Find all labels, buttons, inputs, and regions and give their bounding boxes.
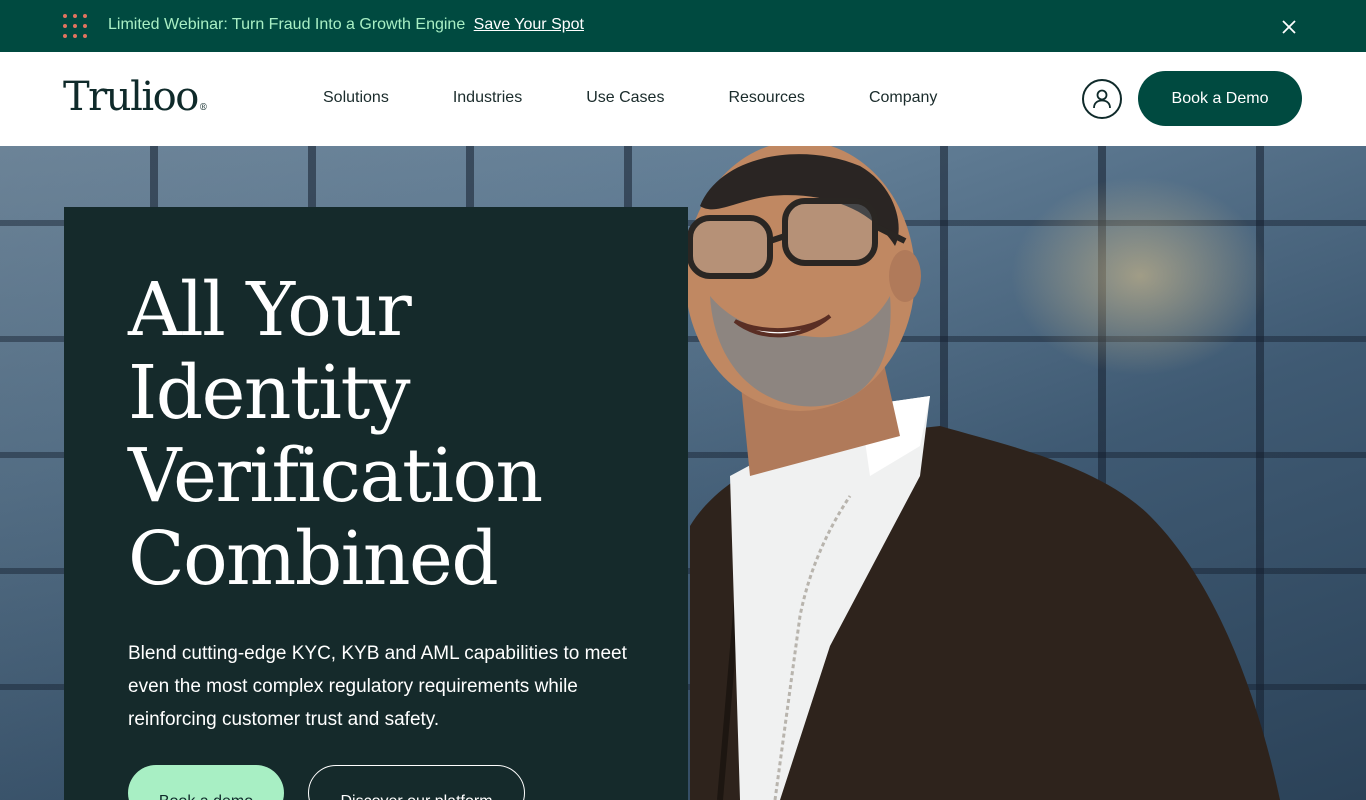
close-icon[interactable] [1280,18,1298,36]
nav-item-resources[interactable]: Resources [728,89,804,107]
nav-item-solutions[interactable]: Solutions [323,89,389,107]
nav-item-industries[interactable]: Industries [453,89,522,107]
book-a-demo-button[interactable]: Book a Demo [1138,71,1302,126]
site-header: Trulioo® Solutions Industries Use Cases … [0,52,1366,146]
announcement-banner: Limited Webinar: Turn Fraud Into a Growt… [0,0,1366,52]
headline-line: Verification [128,433,543,519]
hero-photo-person [685,146,1280,800]
banner-message: Limited Webinar: Turn Fraud Into a Growt… [108,16,584,34]
trulioo-logo[interactable]: Trulioo® [63,74,208,120]
nav-item-company[interactable]: Company [869,89,937,107]
logo-registered-mark: ® [198,103,208,113]
user-icon [1093,89,1111,109]
headline-line: Identity [128,350,411,436]
main-nav: Solutions Industries Use Cases Resources… [323,89,1001,107]
headline-line: All Your [128,267,412,353]
save-your-spot-link[interactable]: Save Your Spot [474,16,584,33]
book-a-demo-cta[interactable]: Book a demo [128,765,284,800]
hero-headline: All Your Identity Verification Combined [128,267,543,602]
dots-grid-icon [63,14,89,40]
discover-platform-cta[interactable]: Discover our platform [308,765,525,800]
hero-subtext: Blend cutting-edge KYC, KYB and AML capa… [128,643,627,730]
headline-line: Combined [128,516,499,602]
hero-section: All Your Identity Verification Combined … [0,146,1366,800]
hero-content-card: All Your Identity Verification Combined … [64,207,688,800]
banner-message-text: Limited Webinar: Turn Fraud Into a Growt… [108,16,466,33]
logo-text: Trulioo [63,74,199,120]
nav-item-use-cases[interactable]: Use Cases [586,89,664,107]
account-button[interactable] [1082,79,1122,119]
